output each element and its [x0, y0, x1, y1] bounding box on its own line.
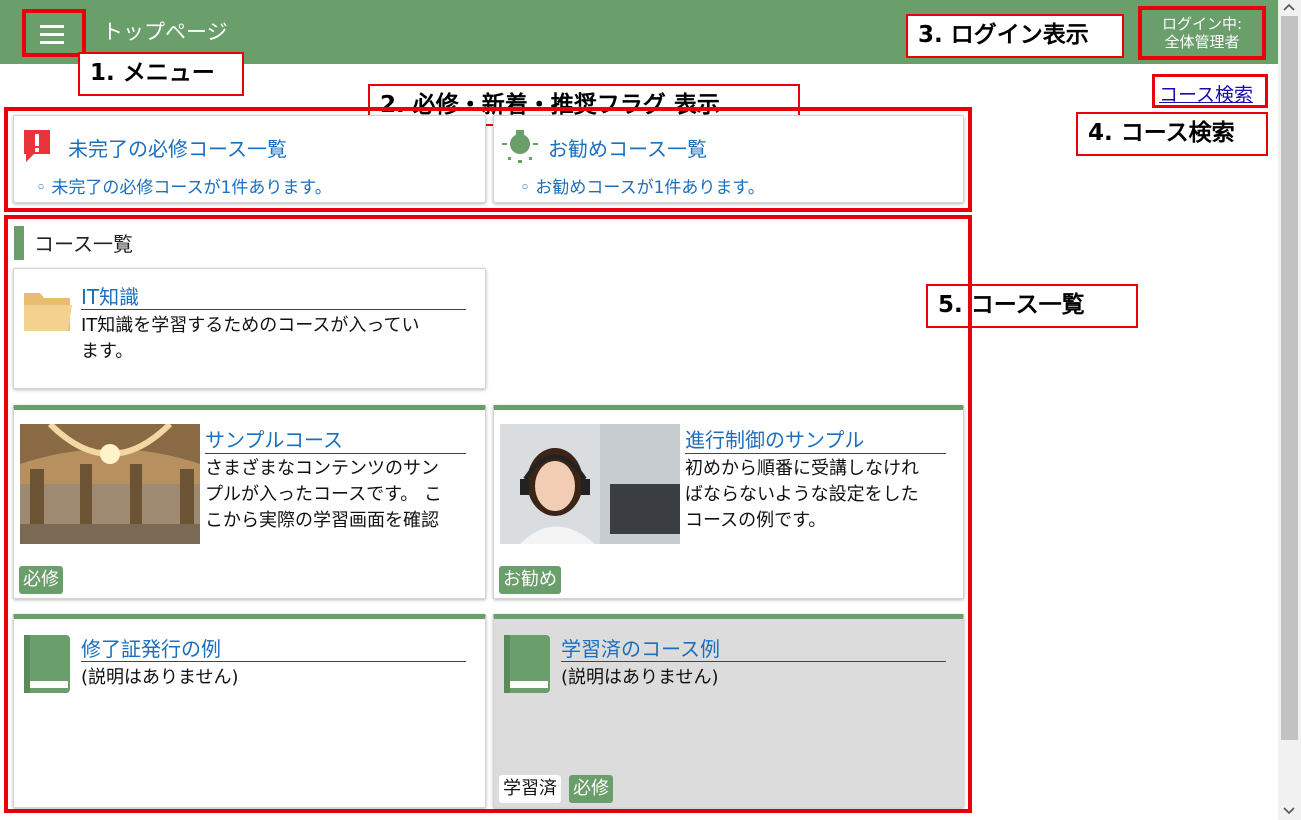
course-card-progress[interactable]: 進行制御のサンプル 初めから順番に受講しなけれ ばならないような設定をした コー… — [493, 405, 964, 599]
required-badge: 必修 — [19, 566, 63, 594]
course-thumbnail-headset — [500, 424, 680, 544]
title-divider — [81, 661, 466, 662]
course-card-certificate[interactable]: 修了証発行の例 (説明はありません) — [13, 614, 486, 808]
callout-search: 4. コース検索 — [1076, 112, 1268, 156]
folder-title[interactable]: IT知識 — [81, 281, 139, 310]
recommended-badge: お勧め — [499, 566, 561, 594]
course-desc: (説明はありません) — [81, 667, 239, 688]
section-marker — [14, 226, 24, 260]
required-badge: 必修 — [569, 775, 613, 803]
course-title[interactable]: サンプルコース — [205, 424, 343, 453]
login-status: ログイン中: 全体管理者 — [1138, 6, 1266, 60]
course-search-link[interactable]: コース検索 — [1152, 74, 1268, 108]
recommended-courses-title[interactable]: お勧めコース一覧 — [548, 133, 707, 162]
callout-login: 3. ログイン表示 — [906, 14, 1124, 58]
required-courses-card[interactable]: 未完了の必修コース一覧 ◦ 未完了の必修コースが1件あります。 — [13, 115, 486, 203]
lightbulb-icon — [502, 130, 538, 163]
book-icon — [504, 635, 550, 693]
recommended-courses-card[interactable]: お勧めコース一覧 ◦ お勧めコースが1件あります。 — [493, 115, 964, 203]
login-user: 全体管理者 — [1164, 33, 1240, 51]
folder-icon — [24, 293, 72, 331]
required-courses-title[interactable]: 未完了の必修コース一覧 — [68, 133, 287, 162]
login-label: ログイン中: — [1161, 15, 1243, 33]
course-desc: さまざまなコンテンツのサン プルが入ったコースです。 こ こから実際の学習画面を… — [205, 458, 443, 531]
required-courses-text: ◦ 未完了の必修コースが1件あります。 — [36, 178, 332, 198]
exclamation-icon — [24, 130, 50, 162]
scroll-up-icon[interactable] — [1282, 2, 1296, 12]
course-title[interactable]: 学習済のコース例 — [561, 633, 720, 662]
course-title[interactable]: 修了証発行の例 — [81, 633, 221, 662]
book-icon — [24, 635, 70, 693]
recommended-courses-text: ◦ お勧めコースが1件あります。 — [520, 178, 765, 198]
course-list-heading: コース一覧 — [34, 232, 133, 256]
course-desc: (説明はありません) — [561, 667, 719, 688]
course-desc: 初めから順番に受講しなけれ ばならないような設定をした コースの例です。 — [685, 458, 919, 531]
title-divider — [205, 453, 466, 454]
menu-button[interactable] — [22, 9, 86, 57]
title-divider — [81, 309, 466, 310]
scroll-down-icon[interactable] — [1282, 806, 1296, 816]
completed-badge: 学習済 — [499, 775, 561, 803]
scrollbar-thumb[interactable] — [1281, 16, 1298, 740]
course-card-sample[interactable]: サンプルコース さまざまなコンテンツのサン プルが入ったコースです。 こ こから… — [13, 405, 486, 599]
callout-menu: 1. メニュー — [78, 52, 244, 96]
page-title: トップページ — [102, 20, 228, 44]
folder-desc: IT知識を学習するためのコースが入ってい ます。 — [81, 315, 420, 362]
course-card-completed[interactable]: 学習済のコース例 (説明はありません) 学習済 必修 — [493, 614, 964, 808]
course-thumbnail-station — [20, 424, 200, 544]
folder-card-it[interactable]: IT知識 IT知識を学習するためのコースが入ってい ます。 — [13, 268, 486, 389]
course-title[interactable]: 進行制御のサンプル — [685, 424, 864, 453]
title-divider — [561, 661, 946, 662]
title-divider — [685, 453, 946, 454]
